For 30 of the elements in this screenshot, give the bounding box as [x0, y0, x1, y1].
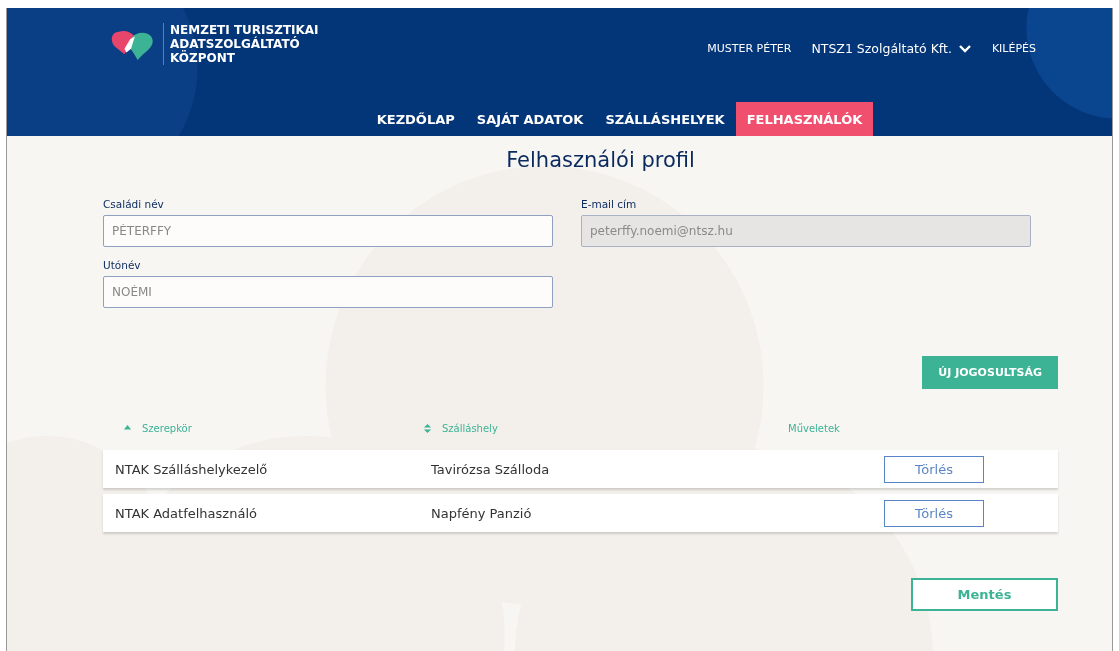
column-header: Műveletek: [788, 423, 840, 434]
field-label: Utónév: [103, 259, 142, 271]
new-permission-button[interactable]: ÚJ JOGOSULTSÁG: [922, 356, 1058, 389]
heart-logo-icon: [109, 28, 155, 60]
delete-button[interactable]: Törlés: [884, 455, 984, 483]
save-button[interactable]: Mentés: [911, 578, 1058, 611]
brand-name: NEMZETI TURISZTIKAI: [170, 23, 319, 37]
logout-link[interactable]: KILÉPÉS: [991, 42, 1036, 55]
sort-icon[interactable]: [423, 424, 432, 433]
page-title: Felhasználói profil: [505, 148, 696, 172]
chevron-down-icon: [957, 43, 972, 54]
table-cell: Napfény Panzió: [431, 505, 532, 521]
delete-button[interactable]: Törlés: [884, 499, 984, 527]
user-name: MUSTER PÉTER: [707, 42, 792, 55]
nav-tab[interactable]: SAJÁT ADATOK: [465, 102, 595, 136]
field-label: Családi név: [103, 198, 165, 210]
brand-name: ADATSZOLGÁLTATÓ: [170, 37, 301, 51]
table-cell: NTAK Szálláshelykezelő: [115, 461, 268, 477]
company-dropdown[interactable]: NTSZ1 Szolgáltató Kft.: [811, 41, 972, 56]
brand-name: KÖZPONT: [170, 51, 236, 65]
table-cell: Tavirózsa Szálloda: [431, 461, 550, 477]
nav-tab[interactable]: KEZDŐLAP: [365, 102, 466, 136]
column-header[interactable]: Szálláshely: [442, 423, 498, 434]
text-field[interactable]: PÉTERFFY: [103, 215, 553, 247]
field-label: E-mail cím: [581, 198, 638, 210]
text-field[interactable]: NOÉMI: [103, 276, 553, 308]
column-header[interactable]: Szerepkör: [142, 423, 192, 434]
table-cell: NTAK Adatfelhasználó: [115, 505, 257, 521]
nav-tab[interactable]: FELHASZNÁLÓK: [735, 102, 874, 136]
nav-tab[interactable]: SZÁLLÁSHELYEK: [594, 102, 736, 136]
